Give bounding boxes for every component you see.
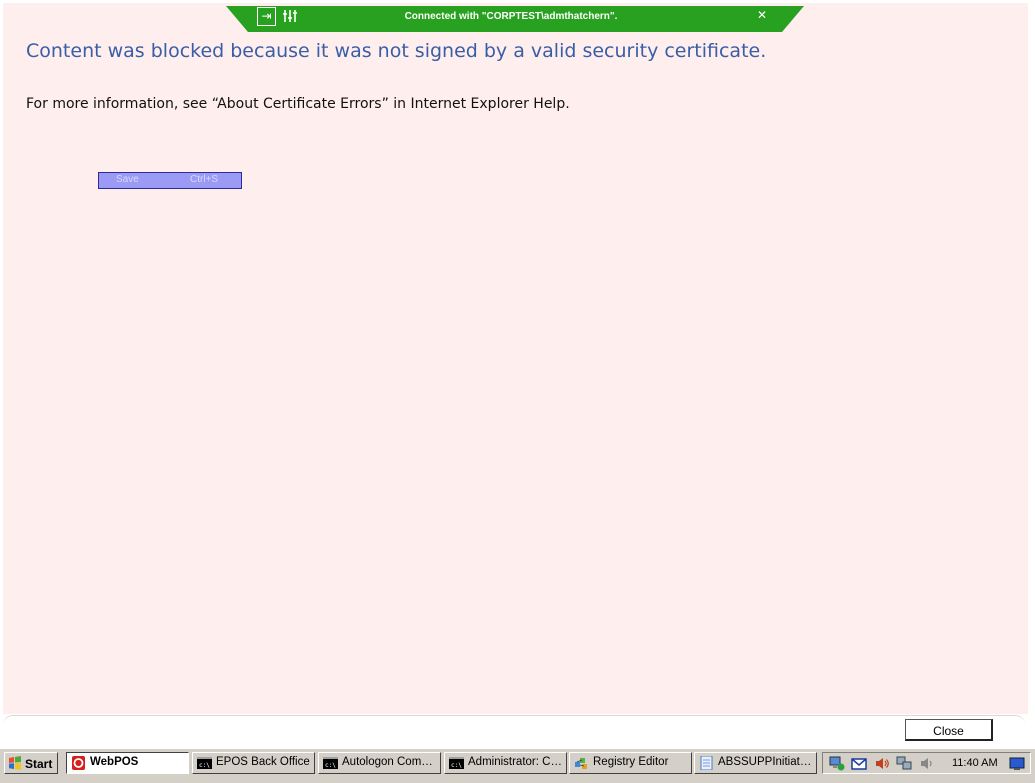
browser-content-area: Content was blocked because it was not s…	[3, 3, 1028, 714]
svg-text:c:\: c:\	[325, 762, 336, 769]
system-tray: 11:40 AM	[822, 752, 1031, 774]
info-text: For more information, see “About Certifi…	[26, 96, 570, 112]
context-menu-item-label: Save	[116, 174, 139, 185]
tools-icon[interactable]	[282, 8, 298, 24]
console-icon: c:\	[197, 757, 212, 769]
clock: 11:40 AM	[952, 757, 998, 769]
taskbar: Start WebPOS c:\ EPOS Back Office c:\ Au…	[0, 748, 1035, 783]
show-desktop-icon[interactable]	[1009, 756, 1025, 771]
taskbar-button-label: ABSSUPPInitiate...	[718, 756, 813, 768]
taskbar-button-label: WebPOS	[90, 756, 139, 768]
connection-text: Connected with "CORPTEST\admthatchern".	[404, 11, 618, 22]
start-button[interactable]: Start	[4, 752, 58, 774]
webpos-icon	[72, 756, 85, 770]
console-icon: c:\	[323, 757, 338, 769]
taskbar-button-webpos[interactable]: WebPOS	[66, 752, 189, 774]
registry-editor-icon	[575, 758, 587, 769]
network-icon[interactable]	[896, 756, 912, 771]
taskbar-button-registry-editor[interactable]: Registry Editor	[569, 752, 692, 774]
speaker-icon[interactable]	[919, 756, 935, 771]
notepad-icon	[700, 756, 713, 770]
error-heading: Content was blocked because it was not s…	[26, 40, 767, 62]
taskbar-button-abssupp[interactable]: ABSSUPPInitiate...	[694, 752, 817, 774]
bottom-panel	[3, 715, 1025, 747]
remote-desktop-window: Content was blocked because it was not s…	[0, 0, 1035, 748]
start-label: Start	[25, 757, 53, 771]
close-icon[interactable]: ✕	[754, 7, 770, 23]
windows-logo-icon	[9, 756, 21, 770]
context-menu-save-item[interactable]: Save Ctrl+S	[98, 172, 242, 189]
taskbar-button-label: Registry Editor	[593, 756, 669, 768]
taskbar-button-label: Autologon Comm...	[342, 756, 437, 768]
svg-text:c:\: c:\	[199, 762, 210, 769]
network-media-icon[interactable]	[829, 756, 845, 771]
taskbar-button-label: Administrator: C:...	[468, 756, 563, 768]
mail-icon[interactable]	[851, 756, 867, 771]
context-menu-item-shortcut: Ctrl+S	[190, 174, 219, 185]
svg-text:c:\: c:\	[451, 762, 462, 769]
volume-icon[interactable]	[874, 756, 890, 771]
console-icon: c:\	[449, 757, 464, 769]
taskbar-button-autologon[interactable]: c:\ Autologon Comm...	[318, 752, 441, 774]
taskbar-button-label: EPOS Back Office	[216, 756, 310, 768]
close-button[interactable]: Close	[905, 719, 993, 741]
connection-bar: ⇥ Connected with "CORPTEST\admthatchern"…	[226, 6, 804, 32]
taskbar-button-epos-back-office[interactable]: c:\ EPOS Back Office	[192, 752, 315, 774]
taskbar-button-administrator[interactable]: c:\ Administrator: C:...	[444, 752, 567, 774]
pin-icon[interactable]: ⇥	[257, 7, 276, 26]
